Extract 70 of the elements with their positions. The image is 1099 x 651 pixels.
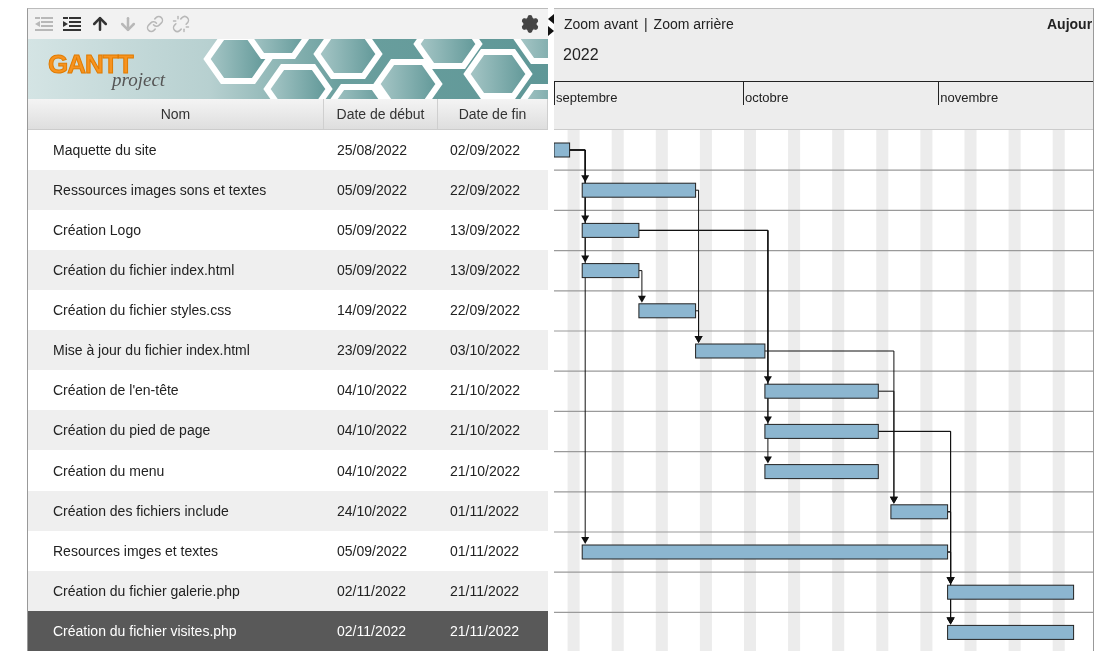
column-header[interactable]: Date de début: [324, 98, 438, 129]
task-name: Création du pied de page: [52, 422, 212, 439]
start-date: 05/09/2022: [336, 221, 409, 238]
task-name: Maquette du site: [52, 141, 158, 158]
end-date: 13/09/2022: [449, 221, 522, 238]
outdent-icon: [34, 15, 54, 32]
task-bar[interactable]: [581, 222, 640, 238]
column-header[interactable]: Date de fin: [438, 98, 548, 129]
start-date: 05/09/2022: [336, 262, 409, 279]
end-date: 21/11/2022: [449, 622, 521, 639]
start-date: 04/10/2022: [336, 382, 409, 399]
end-date: 22/09/2022: [449, 302, 522, 319]
task-name: Création du fichier styles.css: [52, 302, 233, 319]
end-date: 21/11/2022: [449, 582, 521, 599]
start-date: 24/10/2022: [336, 502, 409, 519]
task-row[interactable]: Création des fichiers include 24/10/2022 01/11/2022: [28, 490, 548, 531]
task-row[interactable]: Création du fichier index.html 05/09/2022 13/09/2022: [28, 250, 548, 291]
link-icon: [146, 14, 164, 33]
year-label: 2022: [562, 45, 600, 65]
unlink-icon: [172, 14, 190, 33]
task-name: Création des fichiers include: [52, 502, 230, 519]
end-date: 01/11/2022: [449, 502, 521, 519]
start-date: 04/10/2022: [336, 422, 409, 439]
zoom-out-link[interactable]: Zoom arrière: [653, 16, 734, 32]
collapse-arrows-icon: [548, 14, 554, 36]
task-name: Mise à jour du fichier index.html: [52, 342, 251, 359]
end-date: 02/09/2022: [449, 141, 522, 158]
end-date: 21/10/2022: [449, 422, 522, 439]
start-date: 04/10/2022: [336, 462, 409, 479]
start-date: 02/11/2022: [336, 622, 408, 639]
month-label: novembre: [938, 82, 999, 105]
task-name: Création du menu: [52, 462, 166, 479]
start-date: 05/09/2022: [336, 181, 409, 198]
month-label: octobre: [743, 82, 789, 105]
task-bar[interactable]: [764, 423, 879, 439]
end-date: 21/10/2022: [449, 382, 522, 399]
end-date: 21/10/2022: [449, 462, 522, 479]
start-date: 14/09/2022: [336, 302, 409, 319]
start-date: 23/09/2022: [336, 342, 409, 359]
start-date: 02/11/2022: [336, 582, 408, 599]
end-date: 13/09/2022: [449, 262, 522, 279]
task-row[interactable]: Création du pied de page 04/10/2022 21/10/2022: [28, 410, 548, 451]
toolbar-button[interactable]: [60, 15, 84, 32]
task-name: Création de l'en-tête: [52, 382, 180, 399]
task-name: Ressources images sons et textes: [52, 181, 268, 198]
end-date: 01/11/2022: [449, 542, 521, 559]
settings-icon: [520, 13, 540, 34]
task-name: Création du fichier index.html: [52, 262, 236, 279]
task-row[interactable]: Création du fichier visites.php 02/11/2022 21/11/2022: [28, 610, 548, 651]
task-row[interactable]: Ressources images sons et textes 05/09/2022 22/09/2022: [28, 169, 548, 210]
column-header[interactable]: Nom: [28, 98, 324, 129]
today-link[interactable]: Aujour: [1047, 16, 1093, 32]
task-name: Création du fichier galerie.php: [52, 582, 241, 599]
month-label: septembre: [554, 82, 618, 105]
separator: |: [643, 16, 648, 32]
start-date: 25/08/2022: [336, 141, 409, 158]
task-row[interactable]: Création du fichier galerie.php 02/11/2022 21/11/2022: [28, 570, 548, 611]
end-date: 22/09/2022: [449, 181, 522, 198]
task-bar[interactable]: [947, 624, 1075, 640]
task-name: Création du fichier visites.php: [52, 622, 238, 639]
indent-icon: [62, 15, 82, 32]
end-date: 03/10/2022: [449, 342, 522, 359]
start-date: 05/09/2022: [336, 542, 409, 559]
task-bar[interactable]: [764, 464, 879, 480]
task-name: Création Logo: [52, 221, 142, 238]
task-name: Resources imges et textes: [52, 542, 219, 559]
task-bar[interactable]: [581, 263, 640, 279]
task-row[interactable]: Mise à jour du fichier index.html 23/09/2022 03/10/2022: [28, 330, 548, 371]
task-bar[interactable]: [554, 142, 571, 158]
zoom-in-link[interactable]: Zoom avant: [564, 16, 638, 32]
